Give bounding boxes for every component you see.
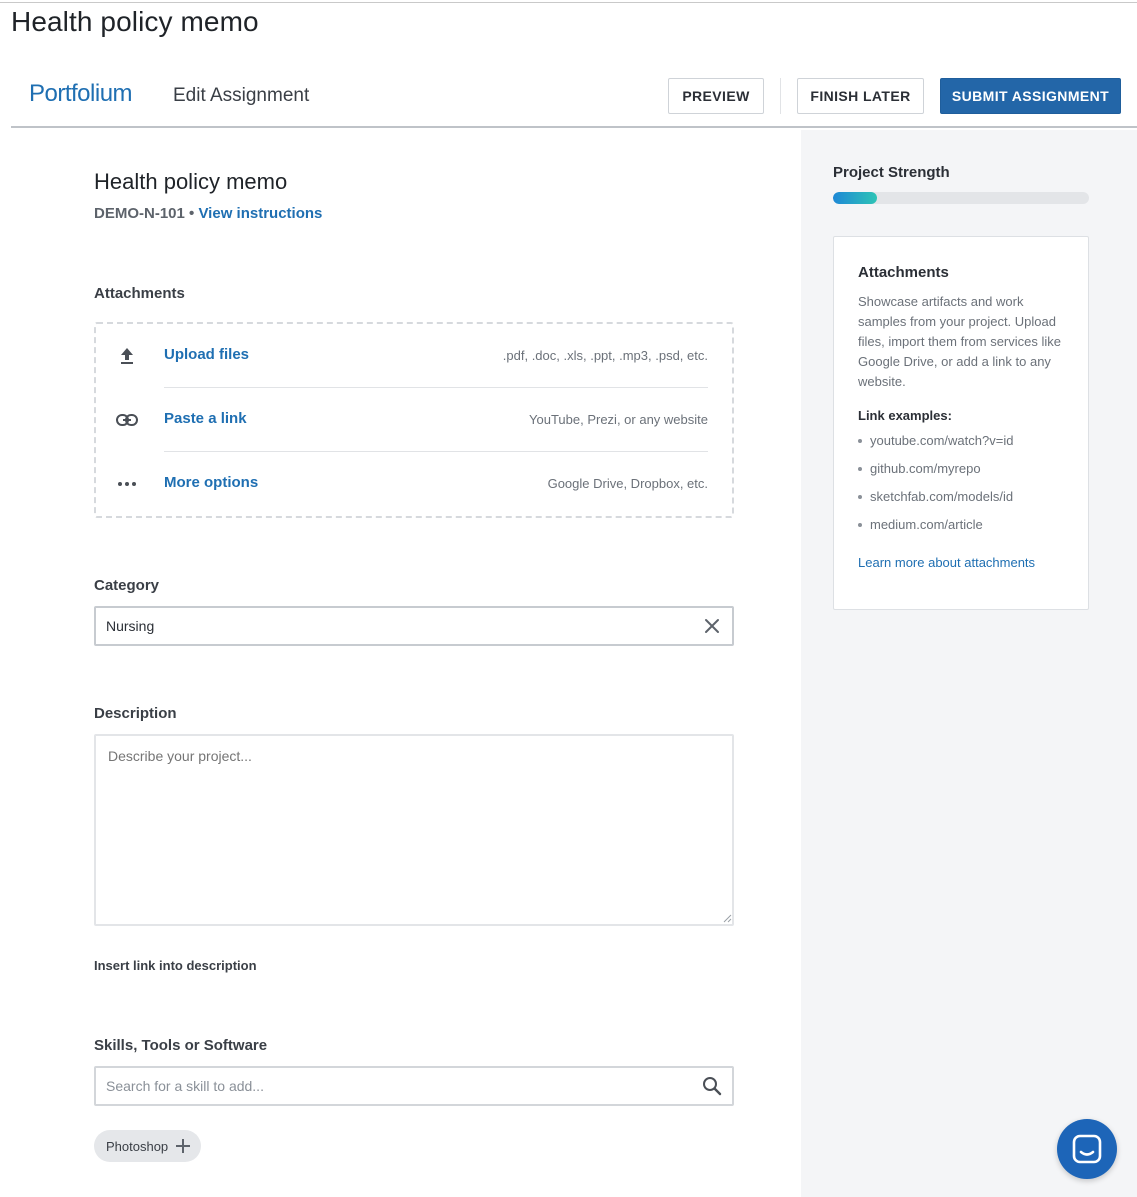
list-item: medium.com/article xyxy=(858,515,1064,543)
header-title: Edit Assignment xyxy=(173,85,310,106)
link-icon xyxy=(116,410,138,430)
more-options-hint: Google Drive, Dropbox, etc. xyxy=(547,476,708,491)
description-input[interactable] xyxy=(94,734,734,926)
list-item: github.com/myrepo xyxy=(858,459,1064,487)
attachments-dropzone[interactable]: Upload files .pdf, .doc, .xls, .ppt, .mp… xyxy=(94,322,734,518)
preview-button[interactable]: PREVIEW xyxy=(668,78,764,114)
resize-grip-icon[interactable] xyxy=(722,913,732,923)
course-code: DEMO-N-101 xyxy=(94,205,185,222)
paste-link-hint: YouTube, Prezi, or any website xyxy=(529,412,708,427)
finish-later-button[interactable]: FINISH LATER xyxy=(797,78,924,114)
category-field[interactable]: Nursing xyxy=(94,606,734,646)
link-examples-label: Link examples: xyxy=(858,408,952,423)
upload-files-row[interactable]: Upload files .pdf, .doc, .xls, .ppt, .mp… xyxy=(96,324,732,388)
clear-icon[interactable] xyxy=(704,618,720,634)
link-examples-list: youtube.com/watch?v=id github.com/myrepo… xyxy=(858,431,1064,543)
paste-link-row[interactable]: Paste a link YouTube, Prezi, or any webs… xyxy=(96,388,732,452)
upload-files-hint: .pdf, .doc, .xls, .ppt, .mp3, .psd, etc. xyxy=(502,348,708,363)
skills-search-input[interactable] xyxy=(94,1066,734,1106)
page-title: Health policy memo xyxy=(11,6,259,37)
upload-icon xyxy=(116,346,138,366)
project-strength-bar xyxy=(833,192,1089,204)
more-options-row[interactable]: More options Google Drive, Dropbox, etc. xyxy=(96,452,732,516)
search-icon[interactable] xyxy=(702,1076,722,1096)
list-item: youtube.com/watch?v=id xyxy=(858,431,1064,459)
course-line: DEMO-N-101 • View instructions xyxy=(94,205,322,222)
category-label: Category xyxy=(94,577,160,594)
submit-assignment-button[interactable]: SUBMIT ASSIGNMENT xyxy=(940,78,1121,114)
tip-body: Showcase artifacts and work samples from… xyxy=(858,294,1061,389)
window-top-border xyxy=(0,2,1137,3)
brand-logo[interactable]: Portfolium xyxy=(29,80,133,108)
header-divider xyxy=(780,78,781,114)
app-header: Portfolium Edit Assignment PREVIEW FINIS… xyxy=(11,62,1137,128)
plus-icon xyxy=(176,1139,190,1153)
attachments-label: Attachments xyxy=(94,285,185,302)
upload-files-link[interactable]: Upload files xyxy=(164,346,249,363)
skills-label: Skills, Tools or Software xyxy=(94,1037,268,1054)
more-options-link[interactable]: More options xyxy=(164,474,258,491)
category-value: Nursing xyxy=(106,618,155,634)
tips-sidebar: Project Strength Attachments Showcase ar… xyxy=(801,130,1137,1197)
more-icon xyxy=(116,474,138,494)
chat-icon xyxy=(1072,1134,1102,1164)
project-strength-label: Project Strength xyxy=(833,164,950,181)
list-item: sketchfab.com/models/id xyxy=(858,487,1064,515)
project-strength-fill xyxy=(833,192,877,204)
assignment-title: Health policy memo xyxy=(94,169,288,194)
description-label: Description xyxy=(94,705,177,722)
chat-launcher-button[interactable] xyxy=(1057,1119,1117,1179)
attachments-tip-card: Attachments Showcase artifacts and work … xyxy=(833,236,1089,610)
tip-title: Attachments xyxy=(858,264,949,281)
view-instructions-link[interactable]: View instructions xyxy=(198,205,322,222)
skill-suggestion-chip[interactable]: Photoshop xyxy=(94,1130,201,1162)
learn-more-link[interactable]: Learn more about attachments xyxy=(858,555,1064,570)
insert-link-button[interactable]: Insert link into description xyxy=(94,958,257,973)
skill-suggestion-label: Photoshop xyxy=(106,1138,169,1154)
paste-link-link[interactable]: Paste a link xyxy=(164,410,247,427)
course-separator: • xyxy=(184,205,199,222)
